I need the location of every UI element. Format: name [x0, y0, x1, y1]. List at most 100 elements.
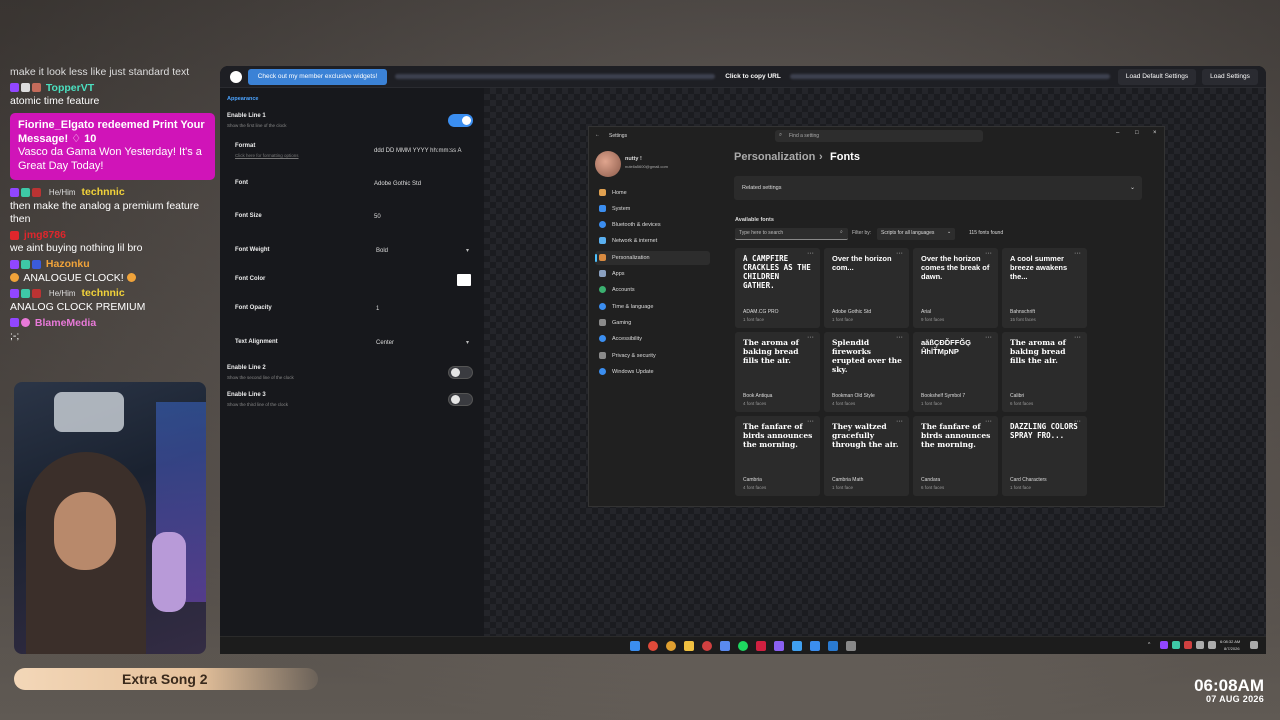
font-card[interactable]: Over the horizon comes the break of dawn…	[913, 248, 998, 328]
more-options-icon[interactable]: ···	[807, 250, 814, 257]
more-options-icon[interactable]: ···	[1074, 418, 1081, 425]
font-card[interactable]: aăßÇĐĎFFĞĢ ĤhİŤMpNP ··· Bookshelf Symbol 7…	[913, 332, 998, 412]
font-card[interactable]: A cool summer breeze awakens the... ··· Ba…	[1002, 248, 1087, 328]
nav-time-language[interactable]: Time & language	[599, 301, 653, 313]
font-sample: A cool summer breeze awakens the...	[1010, 254, 1068, 281]
more-options-icon[interactable]: ···	[1074, 250, 1081, 257]
nav-accounts[interactable]: Accounts	[599, 284, 635, 296]
more-options-icon[interactable]: ···	[896, 250, 903, 257]
tray-icon[interactable]	[1184, 641, 1192, 649]
app-icon[interactable]	[792, 641, 802, 651]
font-card[interactable]: Splendid fireworks erupted over the sky.…	[824, 332, 909, 412]
chat-username[interactable]: technnic	[82, 287, 125, 299]
twitch-tray-icon[interactable]	[1160, 641, 1168, 649]
spotify-icon[interactable]	[738, 641, 748, 651]
font-card[interactable]: A CAMPFIRE CRACKLES AS THE CHILDREN GATH…	[735, 248, 820, 328]
chrome-icon[interactable]	[648, 641, 658, 651]
folder-icon[interactable]	[684, 641, 694, 651]
vscode-icon[interactable]	[828, 641, 838, 651]
more-options-icon[interactable]: ···	[807, 334, 814, 341]
font-weight-select[interactable]: Bold	[376, 248, 388, 254]
app-icon[interactable]	[810, 641, 820, 651]
record-icon[interactable]	[702, 641, 712, 651]
verified-badge-icon	[32, 259, 41, 269]
font-faces-count: 1 font face	[832, 317, 854, 322]
nav-privacy[interactable]: Privacy & security	[599, 350, 656, 362]
font-card[interactable]: They waltzed gracefully through the air.…	[824, 416, 909, 496]
nav-bluetooth[interactable]: Bluetooth & devices	[599, 219, 661, 231]
maximize-icon[interactable]: □	[1135, 130, 1139, 136]
media-icon[interactable]	[756, 641, 766, 651]
font-size-input[interactable]: 50	[374, 214, 381, 220]
nav-windows-update[interactable]: Windows Update	[599, 366, 654, 378]
user-name: nutty !	[625, 156, 642, 162]
start-icon[interactable]	[630, 641, 640, 651]
font-sample: Over the horizon com...	[832, 254, 892, 272]
nav-apps[interactable]: Apps	[599, 268, 625, 280]
font-card[interactable]: The aroma of baking bread fills the air.…	[1002, 332, 1087, 412]
nav-network[interactable]: Network & internet	[599, 235, 657, 247]
nav-home[interactable]: Home	[599, 187, 627, 199]
format-help-link[interactable]: Click here for formatting options	[235, 153, 299, 158]
breadcrumb-separator-icon: ›	[819, 151, 823, 163]
font-card[interactable]: The fanfare of birds announces the morni…	[913, 416, 998, 496]
font-color-swatch[interactable]	[457, 274, 471, 286]
nav-gaming[interactable]: Gaming	[599, 317, 631, 329]
chat-username[interactable]: TopperVT	[46, 82, 94, 94]
enable-line1-toggle[interactable]	[448, 114, 473, 127]
accounts-icon	[599, 286, 606, 294]
chat-username[interactable]: BlameMedia	[35, 317, 96, 329]
notification-icon[interactable]	[1250, 641, 1258, 649]
copy-url-button[interactable]: Click to copy URL	[718, 66, 788, 88]
format-input[interactable]: ddd DD MMM YYYY hh:mm:ss A	[374, 148, 461, 154]
taskbar-date[interactable]: 8/7/2026	[1224, 646, 1240, 651]
related-settings[interactable]	[734, 176, 1142, 200]
font-opacity-input[interactable]: 1	[376, 306, 379, 312]
more-options-icon[interactable]: ···	[985, 418, 992, 425]
wifi-icon[interactable]	[1196, 641, 1204, 649]
settings-gear-icon[interactable]	[846, 641, 856, 651]
breadcrumb-parent[interactable]: Personalization	[734, 151, 815, 163]
back-arrow-icon[interactable]: ←	[595, 132, 600, 138]
more-options-icon[interactable]: ···	[896, 418, 903, 425]
font-card[interactable]: The fanfare of birds announces the morni…	[735, 416, 820, 496]
tray-chevron-icon[interactable]: ^	[1148, 642, 1150, 648]
font-name: Bookman Old Style	[832, 393, 875, 399]
minimize-icon[interactable]: –	[1116, 130, 1119, 136]
app-icon[interactable]	[720, 641, 730, 651]
enable-line3-toggle[interactable]	[448, 393, 473, 406]
font-faces-count: 1 font face	[743, 317, 765, 322]
chat-username[interactable]: jmg8786	[24, 229, 66, 241]
update-icon	[599, 368, 606, 376]
font-card[interactable]: Over the horizon com... ··· Adobe Gothic S…	[824, 248, 909, 328]
chat-username[interactable]: Hazonku	[46, 258, 90, 270]
close-icon[interactable]: ×	[1153, 130, 1157, 136]
filter-value: Scripts for all languages	[881, 230, 935, 236]
browser-icon[interactable]	[666, 641, 676, 651]
more-options-icon[interactable]: ···	[1074, 334, 1081, 341]
taskbar-time[interactable]: 6:08:32 AM	[1220, 639, 1240, 644]
text-alignment-select[interactable]: Center	[376, 340, 394, 346]
load-settings-button[interactable]: Load Settings	[1202, 69, 1258, 85]
volume-icon[interactable]	[1208, 641, 1216, 649]
nav-accessibility[interactable]: Accessibility	[599, 333, 642, 345]
app-icon[interactable]	[774, 641, 784, 651]
font-size-label: Font Size	[235, 213, 262, 219]
member-widgets-button[interactable]: Check out my member exclusive widgets!	[248, 69, 387, 85]
more-options-icon[interactable]: ···	[985, 334, 992, 341]
search-icon: ⌕	[840, 229, 843, 235]
tray-icon[interactable]	[1172, 641, 1180, 649]
more-options-icon[interactable]: ···	[807, 418, 814, 425]
enable-line2-toggle[interactable]	[448, 366, 473, 379]
nav-system[interactable]: System	[599, 203, 630, 215]
load-default-settings-button[interactable]: Load Default Settings	[1118, 69, 1196, 85]
taskbar: ^ 6:08:32 AM 8/7/2026	[220, 636, 1266, 654]
font-card[interactable]: The aroma of baking bread fills the air.…	[735, 332, 820, 412]
font-card[interactable]: DAZZLING COLORS SPRAY FRO... ··· Card Char…	[1002, 416, 1087, 496]
font-input[interactable]: Adobe Gothic Std	[374, 181, 421, 187]
chat-username[interactable]: technnic	[82, 186, 125, 198]
more-options-icon[interactable]: ···	[896, 334, 903, 341]
more-options-icon[interactable]: ···	[985, 250, 992, 257]
nav-personalization[interactable]: Personalization	[599, 252, 650, 264]
font-weight-label: Font Weight	[235, 247, 270, 253]
